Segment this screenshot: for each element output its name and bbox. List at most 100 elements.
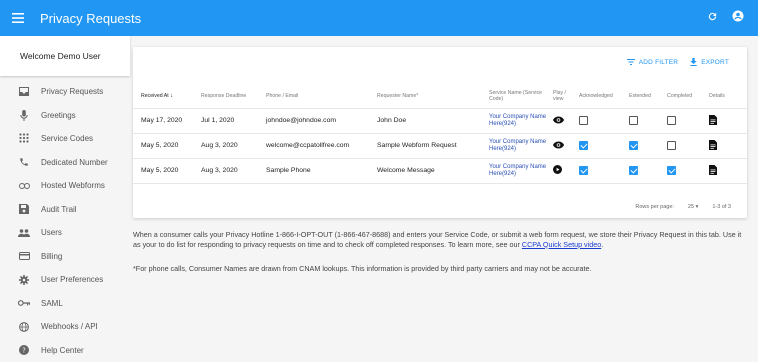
app-title: Privacy Requests bbox=[40, 11, 141, 26]
arrow-down-icon: ↓ bbox=[170, 93, 173, 99]
account-button[interactable] bbox=[732, 9, 744, 27]
sidebar-item-label: Hosted Webforms bbox=[41, 181, 105, 190]
completed-checkbox[interactable] bbox=[667, 166, 676, 175]
sidebar-item-webhooks-api[interactable]: Webhooks / API bbox=[0, 315, 130, 339]
col-requester-name: Requester Name* bbox=[371, 84, 483, 108]
sidebar-item-label: Dedicated Number bbox=[41, 158, 108, 167]
sidebar-item-greetings[interactable]: Greetings bbox=[0, 104, 130, 128]
cell-service-link[interactable]: Your Company Name Here(924) bbox=[483, 158, 547, 183]
app-bar: Privacy Requests bbox=[0, 0, 758, 36]
col-completed: Completed bbox=[661, 84, 703, 108]
table-row[interactable]: May 5, 2020 Aug 3, 2020 Sample Phone Wel… bbox=[133, 158, 747, 183]
welcome-banner: Welcome Demo User bbox=[0, 36, 130, 76]
cell-received: May 5, 2020 bbox=[133, 158, 195, 183]
cell-contact: johndoe@johndoe.com bbox=[260, 108, 371, 133]
completed-checkbox[interactable] bbox=[667, 116, 676, 125]
cell-requester: John Doe bbox=[371, 108, 483, 133]
help-icon: ? bbox=[17, 343, 31, 357]
eye-icon[interactable] bbox=[553, 144, 564, 151]
sidebar-item-billing[interactable]: Billing bbox=[0, 245, 130, 269]
filter-icon bbox=[627, 59, 635, 65]
add-filter-button[interactable]: ADD FILTER bbox=[627, 58, 678, 66]
inbox-icon bbox=[17, 85, 31, 99]
menu-button[interactable] bbox=[0, 0, 36, 36]
privacy-requests-card: ADD FILTER EXPORT Received At ↓ Response… bbox=[133, 47, 747, 218]
document-icon[interactable] bbox=[709, 145, 717, 152]
cell-service-link[interactable]: Your Company Name Here(924) bbox=[483, 108, 547, 133]
credit-card-icon bbox=[17, 249, 31, 263]
sidebar-item-privacy-requests[interactable]: Privacy Requests bbox=[0, 80, 130, 104]
sidebar-item-label: Webhooks / API bbox=[41, 322, 98, 331]
acknowledged-checkbox[interactable] bbox=[579, 116, 588, 125]
rows-per-page-label: Rows per page: bbox=[635, 204, 674, 210]
refresh-button[interactable] bbox=[707, 9, 718, 27]
cell-contact: Sample Phone bbox=[260, 158, 371, 183]
sidebar-item-help-center[interactable]: ? Help Center bbox=[0, 339, 130, 362]
sidebar: Welcome Demo User Privacy Requests Greet… bbox=[0, 36, 130, 356]
document-icon[interactable] bbox=[709, 120, 717, 127]
col-received-at[interactable]: Received At ↓ bbox=[133, 84, 195, 108]
sidebar-item-label: Help Center bbox=[41, 346, 84, 355]
sidebar-item-label: Greetings bbox=[41, 111, 76, 120]
key-icon bbox=[17, 296, 31, 310]
cell-received: May 17, 2020 bbox=[133, 108, 195, 133]
pagination: Rows per page: 25 ▾ 1-3 of 3 bbox=[635, 204, 731, 210]
col-service-name: Service Name (Service Code) bbox=[483, 84, 547, 108]
sidebar-item-label: Audit Trail bbox=[41, 205, 77, 214]
phone-icon bbox=[17, 155, 31, 169]
sidebar-item-label: SAML bbox=[41, 299, 63, 308]
extended-checkbox[interactable] bbox=[629, 166, 638, 175]
table-row[interactable]: May 17, 2020 Jul 1, 2020 johndoe@johndoe… bbox=[133, 108, 747, 133]
refresh-icon bbox=[707, 11, 718, 22]
cell-service-link[interactable]: Your Company Name Here(924) bbox=[483, 133, 547, 158]
sidebar-item-service-codes[interactable]: Service Codes bbox=[0, 127, 130, 151]
cell-contact: welcome@ccpatollfree.com bbox=[260, 133, 371, 158]
play-circle-icon[interactable] bbox=[553, 169, 562, 176]
col-details: Details bbox=[703, 84, 747, 108]
save-icon bbox=[17, 202, 31, 216]
account-circle-icon bbox=[732, 10, 744, 22]
cell-requester: Welcome Message bbox=[371, 158, 483, 183]
pagination-range: 1-3 of 3 bbox=[712, 204, 731, 210]
cell-received: May 5, 2020 bbox=[133, 133, 195, 158]
cell-deadline: Aug 3, 2020 bbox=[195, 158, 260, 183]
requests-table: Received At ↓ Response Deadline Phone / … bbox=[133, 84, 747, 184]
sidebar-item-dedicated-number[interactable]: Dedicated Number bbox=[0, 151, 130, 175]
col-extended: Extended bbox=[623, 84, 661, 108]
caret-down-icon: ▾ bbox=[696, 204, 699, 210]
sidebar-item-hosted-webforms[interactable]: Hosted Webforms bbox=[0, 174, 130, 198]
sidebar-item-label: Users bbox=[41, 228, 62, 237]
globe-icon bbox=[17, 320, 31, 334]
table-row[interactable]: May 5, 2020 Aug 3, 2020 welcome@ccpatoll… bbox=[133, 133, 747, 158]
extended-checkbox[interactable] bbox=[629, 141, 638, 150]
table-toolbar: ADD FILTER EXPORT bbox=[627, 58, 729, 66]
sidebar-item-label: Service Codes bbox=[41, 134, 93, 143]
cell-requester: Sample Webform Request bbox=[371, 133, 483, 158]
sidebar-item-users[interactable]: Users bbox=[0, 221, 130, 245]
completed-checkbox[interactable] bbox=[667, 141, 676, 150]
sidebar-item-label: Billing bbox=[41, 252, 62, 261]
sidebar-item-saml[interactable]: SAML bbox=[0, 292, 130, 316]
sidebar-item-label: Privacy Requests bbox=[41, 87, 103, 96]
export-button[interactable]: EXPORT bbox=[690, 58, 729, 66]
eye-icon[interactable] bbox=[553, 119, 564, 126]
rows-per-page-select[interactable]: 25 ▾ bbox=[688, 204, 698, 210]
cell-deadline: Jul 1, 2020 bbox=[195, 108, 260, 133]
sidebar-item-audit-trail[interactable]: Audit Trail bbox=[0, 198, 130, 222]
dialpad-icon bbox=[17, 132, 31, 146]
document-icon[interactable] bbox=[709, 170, 717, 177]
extended-checkbox[interactable] bbox=[629, 116, 638, 125]
gear-icon bbox=[17, 273, 31, 287]
table-header-row: Received At ↓ Response Deadline Phone / … bbox=[133, 84, 747, 108]
sidebar-item-user-preferences[interactable]: User Preferences bbox=[0, 268, 130, 292]
users-icon bbox=[17, 226, 31, 240]
microphone-icon bbox=[17, 108, 31, 122]
acknowledged-checkbox[interactable] bbox=[579, 141, 588, 150]
acknowledged-checkbox[interactable] bbox=[579, 166, 588, 175]
info-paragraph: When a consumer calls your Privacy Hotli… bbox=[133, 230, 748, 249]
col-play-view: Play / view bbox=[547, 84, 573, 108]
col-phone-email: Phone / Email bbox=[260, 84, 371, 108]
cnam-note: *For phone calls, Consumer Names are dra… bbox=[133, 264, 748, 274]
hamburger-icon bbox=[12, 13, 24, 23]
ccpa-setup-video-link[interactable]: CCPA Quick Setup video bbox=[522, 240, 601, 249]
